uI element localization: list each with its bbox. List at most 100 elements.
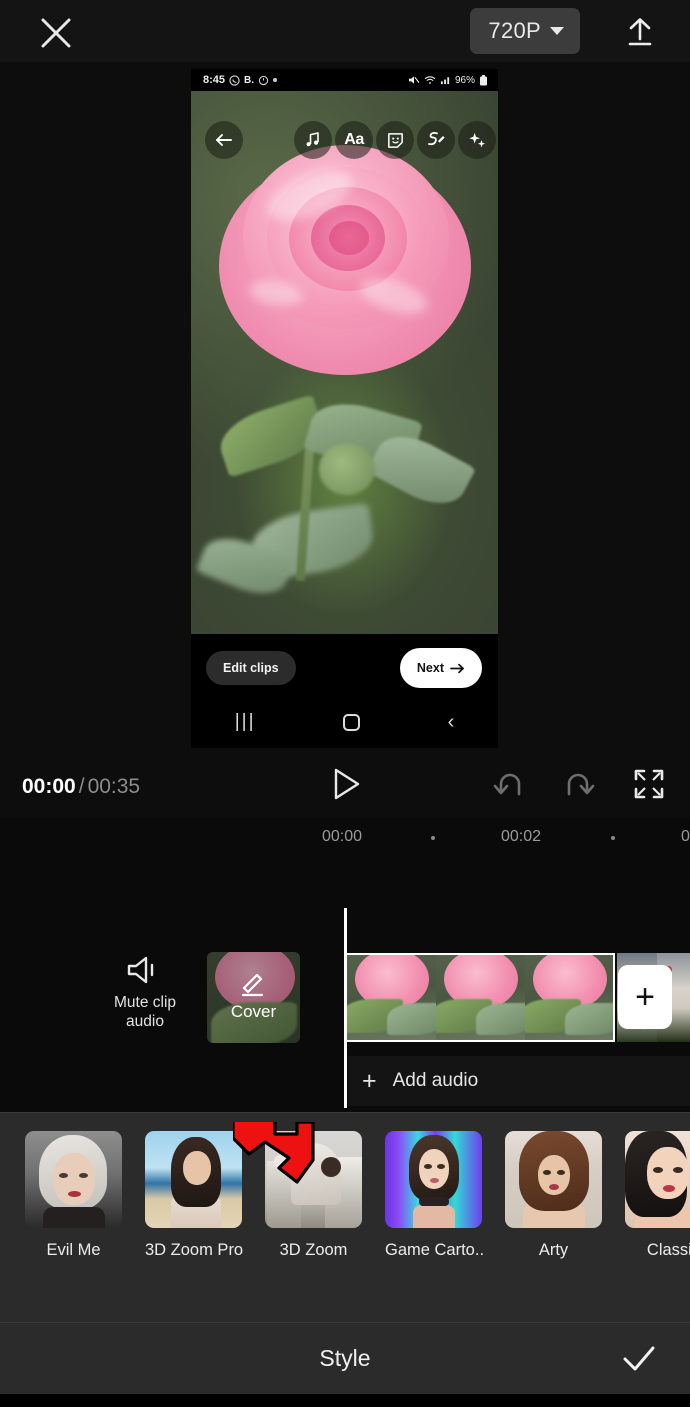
add-audio-track[interactable]: + Add audio xyxy=(348,1056,690,1106)
play-button[interactable] xyxy=(330,767,362,806)
music-button[interactable] xyxy=(294,121,332,159)
effect-label: 3D Zoom Pro xyxy=(145,1241,244,1259)
effect-item-3d-zoom-pro[interactable]: 3D Zoom Pro xyxy=(145,1131,244,1260)
battery-icon xyxy=(480,74,487,85)
preview-area: 8:45 B. 96% Aa Edit clips Next ||| ‹ xyxy=(0,62,690,755)
inner-phone-status-bar: 8:45 B. 96% xyxy=(191,69,498,91)
recents-icon[interactable]: ||| xyxy=(235,711,256,733)
effect-item-3d-zoom[interactable]: 3D Zoom xyxy=(265,1131,362,1260)
draw-icon xyxy=(428,131,445,146)
clip-frame xyxy=(347,955,436,1040)
android-nav-bar: ||| ‹ xyxy=(191,702,498,742)
confirm-button[interactable] xyxy=(616,1337,662,1381)
ruler-mark: 00:02 xyxy=(501,828,542,845)
mute-clip-audio-button[interactable]: Mute clip audio xyxy=(108,955,182,1031)
effects-sparkle-icon xyxy=(468,132,485,147)
effect-thumbnail xyxy=(145,1131,242,1228)
cover-label: Cover xyxy=(230,1002,277,1021)
effect-item-classic[interactable]: Classic xyxy=(625,1131,690,1260)
effects-carousel[interactable]: Evil Me 3D Zoom Pro 3D Zoom Game Carto.. xyxy=(25,1131,690,1260)
cover-button[interactable]: Cover xyxy=(207,952,300,1043)
ruler-mark: 0 xyxy=(681,828,690,845)
sticker-button[interactable] xyxy=(376,121,414,159)
export-button[interactable] xyxy=(618,11,662,53)
resolution-dropdown[interactable]: 720P xyxy=(470,8,580,54)
effect-label: Classic xyxy=(646,1241,690,1259)
battery-percent: 96% xyxy=(454,74,475,86)
pencil-edit-icon xyxy=(241,973,264,997)
gesture-bar xyxy=(0,1394,690,1407)
redo-icon xyxy=(567,773,595,796)
undo-icon xyxy=(493,773,521,796)
draw-button[interactable] xyxy=(417,121,455,159)
preview-bottom: Edit clips Next ||| ‹ xyxy=(191,634,498,748)
close-x-icon xyxy=(41,18,71,48)
panel-title: Style xyxy=(319,1345,371,1371)
next-label: Next xyxy=(416,661,444,675)
preview-toolbar: Aa xyxy=(191,121,498,167)
status-dot-icon xyxy=(273,78,278,82)
bud-decor xyxy=(319,443,375,495)
add-clip-button[interactable]: + xyxy=(618,965,672,1029)
arrow-right-icon xyxy=(450,663,464,673)
clip-frame xyxy=(525,955,613,1040)
whatsapp-icon xyxy=(229,74,240,86)
home-icon[interactable] xyxy=(343,713,361,731)
total-time: 00:35 xyxy=(87,774,141,798)
timeline-ruler[interactable]: 00:00 00:02 0 xyxy=(0,818,690,860)
fullscreen-button[interactable] xyxy=(634,769,664,804)
speaker-mute-icon xyxy=(127,956,154,984)
effect-item-evil-me[interactable]: Evil Me xyxy=(25,1131,122,1260)
clip-frame xyxy=(436,955,525,1040)
preview-back-button[interactable] xyxy=(205,121,243,159)
bottom-bar: Style xyxy=(0,1322,690,1394)
current-time: 00:00 xyxy=(22,774,76,798)
playback-bar: 00:00/00:35 xyxy=(0,755,690,818)
effect-label: Evil Me xyxy=(46,1241,101,1259)
video-preview-frame[interactable]: 8:45 B. 96% Aa Edit clips Next ||| ‹ xyxy=(191,69,498,748)
effects-button[interactable] xyxy=(458,121,496,159)
next-button[interactable]: Next xyxy=(399,648,482,688)
upload-export-icon xyxy=(628,18,652,46)
music-note-icon xyxy=(306,132,319,147)
mute-icon xyxy=(408,76,420,84)
ruler-mark: 00:00 xyxy=(322,828,363,845)
add-clip-label: + xyxy=(635,978,655,1016)
preview-photo: Aa xyxy=(191,91,498,634)
time-separator: / xyxy=(78,774,85,798)
ruler-dot xyxy=(431,836,435,840)
effect-label: Game Carto.. xyxy=(385,1241,485,1259)
back-arrow-icon xyxy=(216,134,232,146)
effect-item-game-cartoon[interactable]: Game Carto.. xyxy=(385,1131,485,1260)
timeline-clip-1[interactable] xyxy=(345,953,615,1042)
checkmark-icon xyxy=(623,1346,655,1371)
plus-icon: + xyxy=(362,1066,377,1095)
sticker-icon xyxy=(387,132,403,148)
effects-panel[interactable]: Evil Me 3D Zoom Pro 3D Zoom Game Carto.. xyxy=(0,1112,690,1322)
effect-thumbnail xyxy=(505,1131,602,1228)
edit-clips-label: Edit clips xyxy=(223,661,279,675)
play-icon xyxy=(334,768,360,800)
redo-button[interactable] xyxy=(563,770,597,803)
mute-clip-audio-label: Mute clip audio xyxy=(113,994,177,1030)
signal-icon xyxy=(440,77,450,85)
effect-thumbnail xyxy=(265,1131,362,1228)
text-button[interactable]: Aa xyxy=(335,121,373,159)
alarm-icon xyxy=(258,75,269,85)
edit-clips-button[interactable]: Edit clips xyxy=(206,651,296,685)
text-aa-icon: Aa xyxy=(344,131,364,148)
close-button[interactable] xyxy=(36,13,76,53)
effect-label: Arty xyxy=(538,1241,569,1259)
time-code: 00:00/00:35 xyxy=(22,775,140,799)
chevron-down-icon xyxy=(550,27,564,35)
undo-button[interactable] xyxy=(491,770,525,803)
wifi-icon xyxy=(424,76,436,84)
effect-item-arty[interactable]: Arty xyxy=(505,1131,602,1260)
effect-thumbnail xyxy=(625,1131,690,1228)
capcut-editor-screen: 720P 8:45 B. 96% Aa Edit clips Next ||| … xyxy=(0,0,690,1407)
ruler-dot xyxy=(611,836,615,840)
back-chevron-icon[interactable]: ‹ xyxy=(448,711,455,734)
fullscreen-icon xyxy=(634,769,664,799)
resolution-label: 720P xyxy=(488,18,541,43)
add-audio-label: Add audio xyxy=(392,1070,479,1091)
